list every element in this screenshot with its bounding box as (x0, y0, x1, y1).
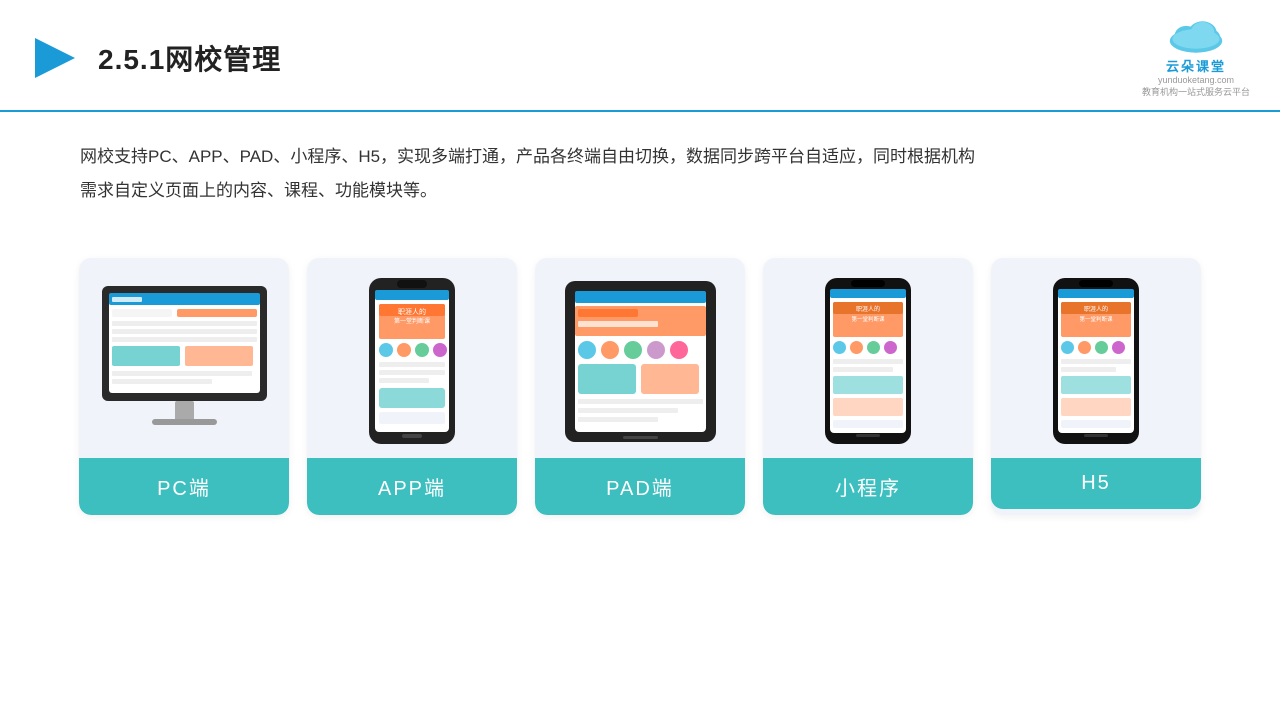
svg-text:职涯人的: 职涯人的 (1084, 305, 1108, 313)
brand-name: 云朵课堂 (1166, 56, 1226, 75)
app-mockup-svg: 职涯人的 第一堂判断课 (367, 276, 457, 446)
brand-url: yunduoketang.com (1158, 75, 1234, 85)
brand-logo: 云朵课堂 yunduoketang.com 教育机构一站式服务云平台 (1142, 18, 1250, 98)
svg-text:第一堂判断课: 第一堂判断课 (851, 315, 885, 323)
card-pc: PC端 (79, 258, 289, 515)
logo-icon (30, 33, 80, 83)
platform-cards: PC端 职涯人的 第一堂判断课 (0, 228, 1280, 535)
card-miniprogram: 职涯人的 第一堂判断课 小程序 (763, 258, 973, 515)
card-pc-image (79, 258, 289, 458)
card-pad-label: PAD端 (535, 458, 745, 515)
card-app-image: 职涯人的 第一堂判断课 (307, 258, 517, 458)
miniprogram-mockup-svg: 职涯人的 第一堂判断课 (823, 276, 913, 446)
description-line2: 需求自定义页面上的内容、课程、功能模块等。 (80, 174, 1200, 208)
card-miniprogram-label: 小程序 (763, 458, 973, 515)
card-miniprogram-image: 职涯人的 第一堂判断课 (763, 258, 973, 458)
svg-text:职涯人的: 职涯人的 (398, 307, 426, 316)
card-h5-label: H5 (991, 458, 1201, 509)
pad-mockup-svg (563, 279, 718, 444)
cloud-brand-icon (1161, 18, 1231, 54)
card-h5: 职涯人的 第一堂判断课 H5 (991, 258, 1201, 515)
page-header: 2.5.1网校管理 云朵课堂 yunduoketang.com 教育机构一站式服… (0, 0, 1280, 112)
pc-mockup-svg (97, 281, 272, 441)
header-left: 2.5.1网校管理 (30, 33, 281, 83)
svg-text:第一堂判断课: 第一堂判断课 (394, 317, 430, 325)
card-pad-image (535, 258, 745, 458)
description-block: 网校支持PC、APP、PAD、小程序、H5，实现多端打通，产品各终端自由切换，数… (0, 112, 1280, 218)
card-h5-image: 职涯人的 第一堂判断课 (991, 258, 1201, 458)
svg-text:第一堂判断课: 第一堂判断课 (1079, 315, 1113, 323)
page-title: 2.5.1网校管理 (98, 38, 281, 78)
h5-mockup-svg: 职涯人的 第一堂判断课 (1051, 276, 1141, 446)
card-app-label: APP端 (307, 458, 517, 515)
svg-text:职涯人的: 职涯人的 (856, 305, 880, 313)
card-pad: PAD端 (535, 258, 745, 515)
card-pc-label: PC端 (79, 458, 289, 515)
description-line1: 网校支持PC、APP、PAD、小程序、H5，实现多端打通，产品各终端自由切换，数… (80, 140, 1200, 174)
card-app: 职涯人的 第一堂判断课 APP端 (307, 258, 517, 515)
brand-sub: 教育机构一站式服务云平台 (1142, 85, 1250, 98)
